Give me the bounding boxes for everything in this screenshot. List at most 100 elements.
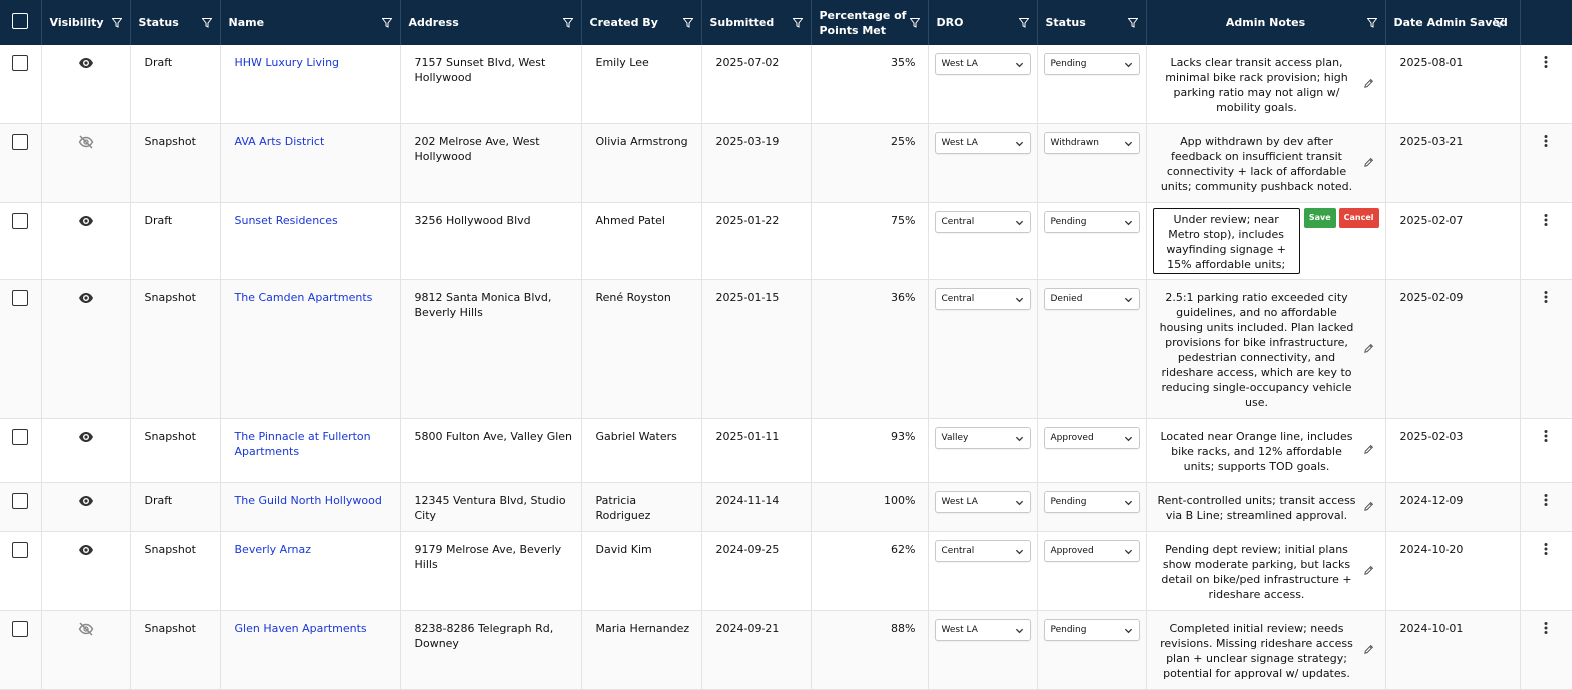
project-name-link[interactable]: AVA Arts District <box>235 135 325 148</box>
filter-icon[interactable] <box>201 17 212 28</box>
col-submitted[interactable]: Submitted <box>701 0 812 45</box>
eye-icon[interactable] <box>78 293 94 309</box>
filter-icon[interactable] <box>909 17 920 28</box>
project-name-link[interactable]: The Camden Apartments <box>235 291 373 304</box>
eye-off-icon[interactable] <box>78 622 94 640</box>
created-by-cell: René Royston <box>581 279 702 419</box>
pencil-icon[interactable] <box>1363 444 1377 459</box>
row-select-cell <box>0 279 42 419</box>
filter-icon[interactable] <box>792 17 803 28</box>
row-checkbox[interactable] <box>12 493 28 509</box>
dro-cell: West LA <box>928 610 1038 690</box>
eye-icon[interactable] <box>78 545 94 561</box>
percentage-cell: 62% <box>811 531 929 611</box>
row-checkbox[interactable] <box>12 621 28 637</box>
project-name-link[interactable]: Sunset Residences <box>235 214 338 227</box>
select-all-checkbox[interactable] <box>12 13 28 29</box>
dro-select[interactable]: West LA <box>934 619 1031 641</box>
pencil-icon[interactable] <box>1363 157 1377 172</box>
table-row[interactable]: Draft Sunset Residences 3256 Hollywood B… <box>0 202 1572 280</box>
dro-select[interactable]: West LA <box>934 491 1031 513</box>
row-checkbox[interactable] <box>12 542 28 558</box>
pencil-icon[interactable] <box>1363 501 1377 516</box>
more-vertical-icon[interactable] <box>1540 135 1552 151</box>
filter-icon[interactable] <box>1127 17 1138 28</box>
more-vertical-icon[interactable] <box>1540 494 1552 510</box>
col-name[interactable]: Name <box>220 0 401 45</box>
dro-select[interactable]: West LA <box>934 53 1031 75</box>
review-status-select-value: Pending <box>1050 624 1087 635</box>
table-row[interactable]: Snapshot AVA Arts District 202 Melrose A… <box>0 123 1572 203</box>
more-vertical-icon[interactable] <box>1540 291 1552 307</box>
review-status-select[interactable]: Pending <box>1043 491 1140 513</box>
eye-icon[interactable] <box>78 432 94 448</box>
row-checkbox[interactable] <box>12 429 28 445</box>
table-row[interactable]: Snapshot The Camden Apartments 9812 Sant… <box>0 279 1572 419</box>
col-visibility[interactable]: Visibility <box>41 0 131 45</box>
review-status-select[interactable]: Pending <box>1043 211 1140 233</box>
filter-icon[interactable] <box>682 17 693 28</box>
col-status[interactable]: Status <box>130 0 221 45</box>
table-row[interactable]: Draft The Guild North Hollywood 12345 Ve… <box>0 482 1572 532</box>
review-status-select[interactable]: Pending <box>1043 619 1140 641</box>
col-admin-notes[interactable]: Admin Notes <box>1146 0 1386 45</box>
dro-select[interactable]: Central <box>934 288 1031 310</box>
table-row[interactable]: Snapshot Glen Haven Apartments 8238-8286… <box>0 610 1572 690</box>
admin-notes-cell: App withdrawn by dev after feedback on i… <box>1146 123 1386 203</box>
table-row[interactable]: Draft HHW Luxury Living 7157 Sunset Blvd… <box>0 45 1572 124</box>
dro-select[interactable]: Central <box>934 211 1031 233</box>
row-checkbox[interactable] <box>12 55 28 71</box>
project-name-link[interactable]: HHW Luxury Living <box>235 56 340 69</box>
review-status-cell: Approved <box>1037 531 1147 611</box>
row-checkbox[interactable] <box>12 290 28 306</box>
col-dro[interactable]: DRO <box>928 0 1038 45</box>
filter-icon[interactable] <box>111 17 122 28</box>
more-vertical-icon[interactable] <box>1540 543 1552 559</box>
more-vertical-icon[interactable] <box>1540 214 1552 230</box>
review-status-cell: Approved <box>1037 418 1147 483</box>
pencil-icon[interactable] <box>1363 644 1377 659</box>
more-vertical-icon[interactable] <box>1540 56 1552 72</box>
name-cell: Glen Haven Apartments <box>220 610 401 690</box>
project-name-link[interactable]: The Guild North Hollywood <box>235 494 382 507</box>
project-name-link[interactable]: Glen Haven Apartments <box>235 622 367 635</box>
visibility-cell <box>41 418 131 483</box>
filter-icon[interactable] <box>1366 17 1377 28</box>
col-address[interactable]: Address <box>400 0 582 45</box>
review-status-select[interactable]: Pending <box>1043 53 1140 75</box>
eye-off-icon[interactable] <box>78 135 94 153</box>
row-checkbox[interactable] <box>12 213 28 229</box>
col-date-saved[interactable]: Date Admin Saved <box>1385 0 1521 45</box>
dro-select[interactable]: Central <box>934 540 1031 562</box>
pencil-icon[interactable] <box>1363 343 1377 358</box>
row-checkbox[interactable] <box>12 134 28 150</box>
pencil-icon[interactable] <box>1363 78 1377 93</box>
dro-select[interactable]: Valley <box>934 427 1031 449</box>
table-row[interactable]: Snapshot Beverly Arnaz 9179 Melrose Ave,… <box>0 531 1572 611</box>
project-name-link[interactable]: Beverly Arnaz <box>235 543 312 556</box>
col-percentage[interactable]: Percentage of Points Met <box>811 0 929 45</box>
status-cell: Snapshot <box>130 610 221 690</box>
col-review-status[interactable]: Status <box>1037 0 1147 45</box>
admin-notes-textarea[interactable]: Under review; near Metro stop), includes… <box>1152 208 1300 274</box>
col-created-by[interactable]: Created By <box>581 0 702 45</box>
filter-icon[interactable] <box>381 17 392 28</box>
eye-icon[interactable] <box>78 496 94 512</box>
review-status-select[interactable]: Approved <box>1043 427 1140 449</box>
save-button[interactable]: Save <box>1303 208 1336 228</box>
more-vertical-icon[interactable] <box>1540 622 1552 638</box>
pencil-icon[interactable] <box>1363 565 1377 580</box>
cancel-button[interactable]: Cancel <box>1338 208 1379 228</box>
project-name-link[interactable]: The Pinnacle at Fullerton Apartments <box>235 430 371 458</box>
filter-icon[interactable] <box>1018 17 1029 28</box>
filter-icon[interactable] <box>562 17 573 28</box>
table-row[interactable]: Snapshot The Pinnacle at Fullerton Apart… <box>0 418 1572 483</box>
eye-icon[interactable] <box>78 58 94 74</box>
review-status-select[interactable]: Denied <box>1043 288 1140 310</box>
review-status-select[interactable]: Withdrawn <box>1043 132 1140 154</box>
filter-icon[interactable] <box>1493 17 1504 28</box>
dro-select[interactable]: West LA <box>934 132 1031 154</box>
review-status-select[interactable]: Approved <box>1043 540 1140 562</box>
more-vertical-icon[interactable] <box>1540 430 1552 446</box>
eye-icon[interactable] <box>78 216 94 232</box>
